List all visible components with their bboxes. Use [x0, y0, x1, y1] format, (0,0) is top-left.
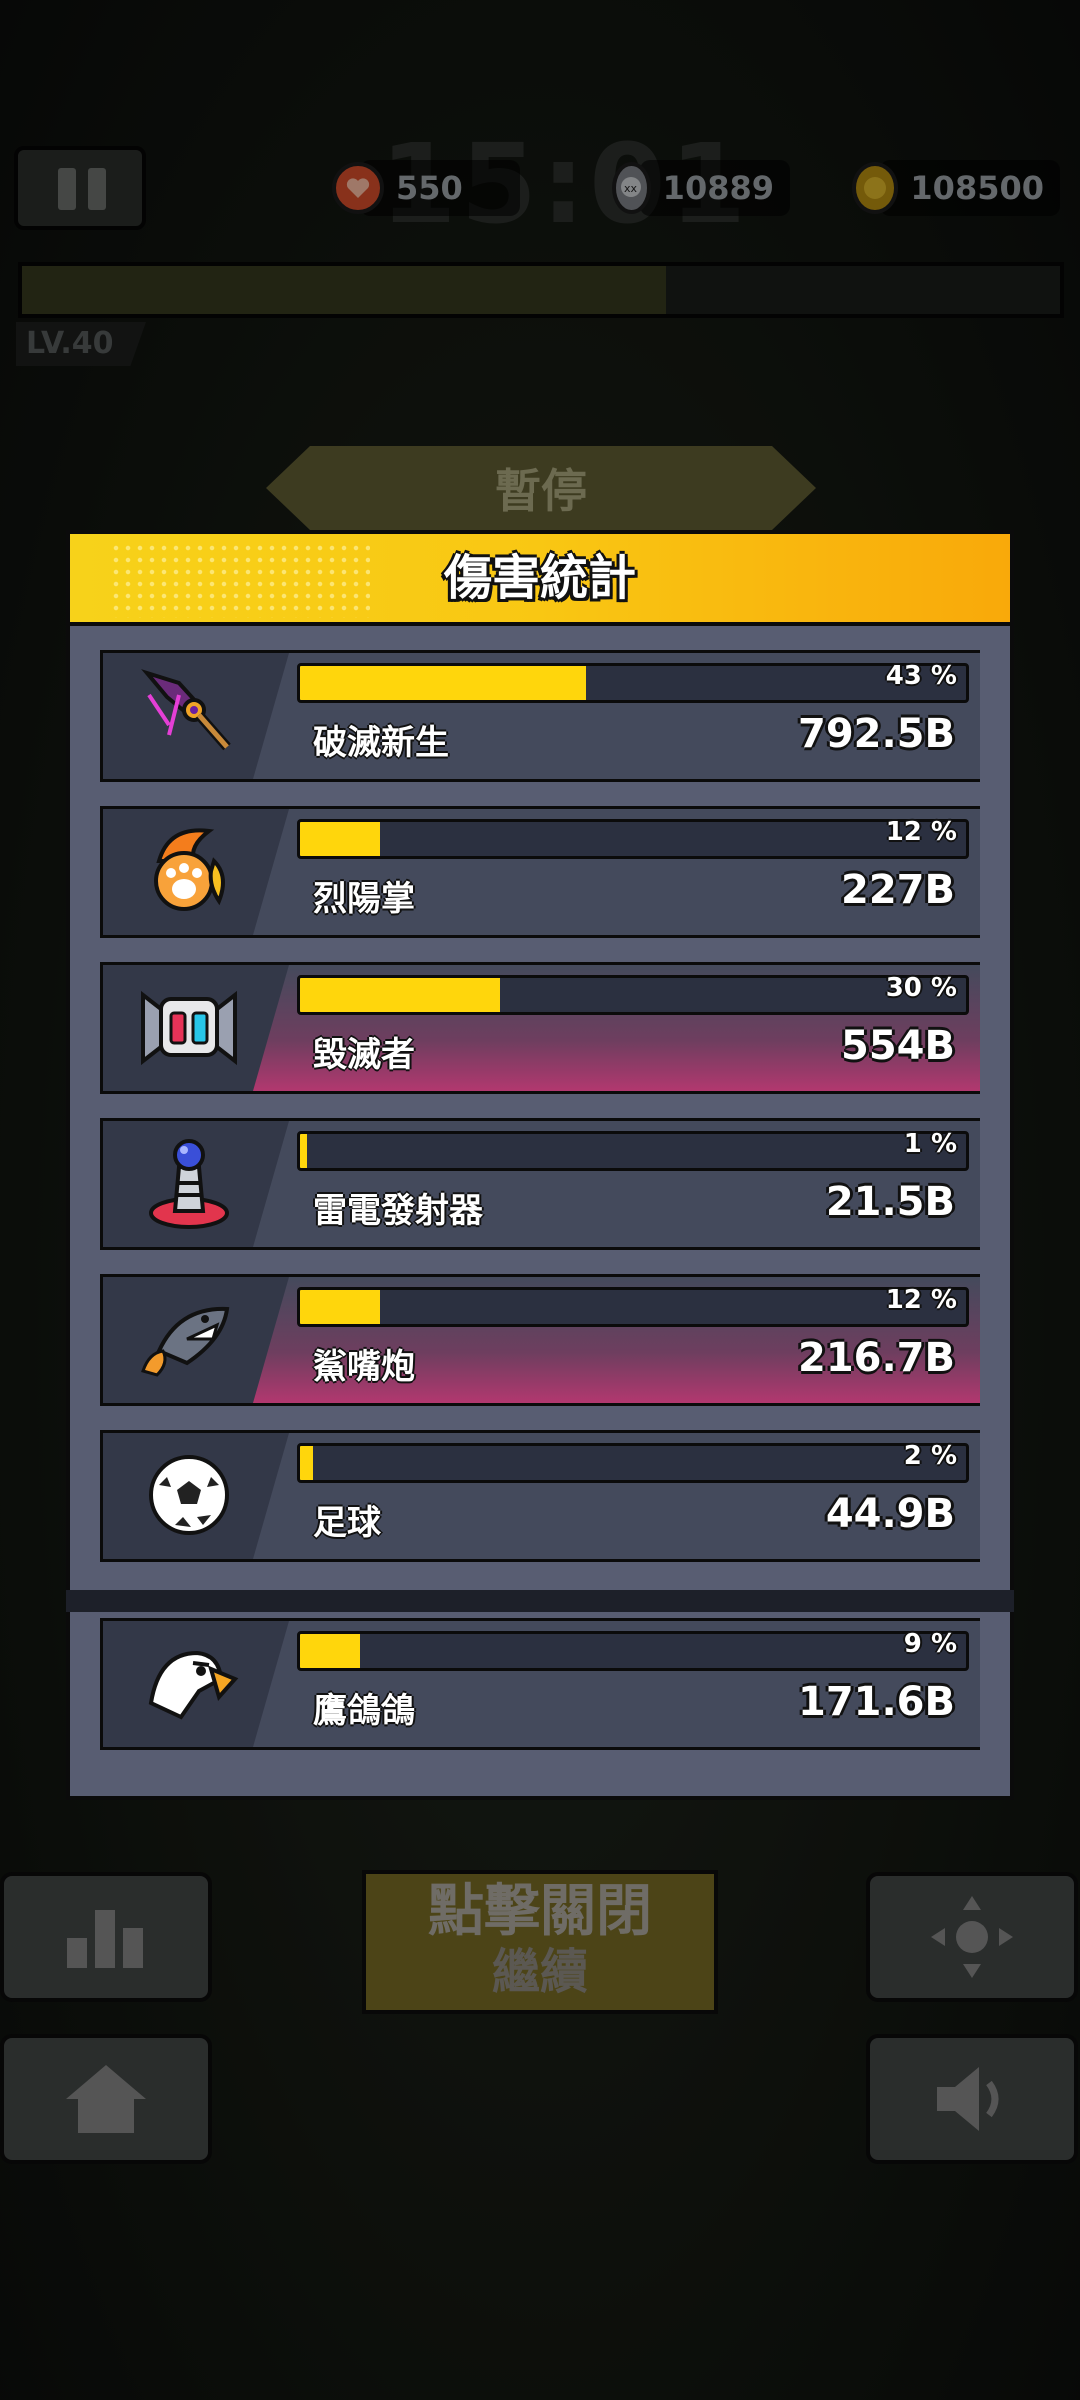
home-button[interactable] [0, 2034, 212, 2164]
damage-row: 2 % 足球 44.9B [100, 1430, 980, 1562]
paused-banner: 暫停 [266, 446, 816, 530]
damage-bar-fill [300, 1634, 360, 1668]
section-divider [66, 1590, 1014, 1612]
damage-stats-panel: 傷害統計 43 % 破滅新生 792.5B 12 % 烈陽掌 227B 30 %… [66, 530, 1014, 1800]
weapon-name: 破滅新生 [313, 723, 449, 763]
summon-name: 鷹鴿鴿 [313, 1691, 415, 1731]
weapon-name: 鯊嘴炮 [313, 1347, 415, 1387]
continue-label: 繼續 [491, 1944, 588, 2000]
damage-bar-fill [300, 666, 587, 700]
joystick-button[interactable] [866, 1872, 1078, 2002]
damage-bar-fill [300, 978, 500, 1012]
damage-value: 792.5B [797, 711, 955, 757]
damage-bar-fill [300, 1446, 314, 1480]
damage-bar-fill [300, 822, 380, 856]
tap-to-close-button[interactable]: 點擊關閉 繼續 [362, 1870, 718, 2014]
panel-header: 傷害統計 [66, 530, 1014, 626]
bar-chart-icon [67, 1910, 143, 1968]
damage-bar [297, 663, 969, 703]
destroyer-robot-icon [141, 990, 237, 1066]
stats-button[interactable] [0, 1872, 212, 2002]
damage-row: 1 % 雷電發射器 21.5B [100, 1118, 980, 1250]
damage-bar [297, 1443, 969, 1483]
panel-title: 傷害統計 [443, 550, 636, 606]
damage-value: 554B [841, 1023, 955, 1069]
damage-percent: 2 % [903, 1441, 957, 1471]
damage-row: 12 % 烈陽掌 227B [100, 806, 980, 938]
weapon-name: 雷電發射器 [313, 1191, 483, 1231]
tesla-coil-icon [149, 1139, 229, 1229]
weapon-name: 毀滅者 [313, 1035, 415, 1075]
speaker-icon [937, 2067, 999, 2131]
damage-value: 216.7B [797, 1335, 955, 1381]
damage-value: 227B [841, 867, 955, 913]
damage-percent: 30 % [885, 973, 957, 1003]
damage-row: 43 % 破滅新生 792.5B [100, 650, 980, 782]
shark-rocket-icon [141, 1306, 230, 1377]
damage-percent: 43 % [885, 661, 957, 691]
close-label: 點擊關閉 [428, 1879, 652, 1944]
damage-percent: 12 % [885, 1285, 957, 1315]
damage-bar-fill [300, 1134, 307, 1168]
damage-value: 21.5B [825, 1179, 955, 1225]
sun-paw-icon [154, 828, 225, 911]
summon-damage-row: 9 % 鷹鴿鴿 171.6B [100, 1618, 980, 1750]
damage-bar [297, 975, 969, 1015]
home-icon [66, 2065, 146, 2133]
damage-value: 44.9B [825, 1491, 955, 1537]
damage-bar [297, 1131, 969, 1171]
eagle-icon [148, 1650, 239, 1720]
soccer-ball-icon [149, 1455, 229, 1535]
damage-percent: 9 % [903, 1629, 957, 1659]
damage-bar-fill [300, 1290, 380, 1324]
damage-bar [297, 1631, 969, 1671]
damage-percent: 1 % [903, 1129, 957, 1159]
damage-value: 171.6B [797, 1679, 955, 1725]
weapon-name: 足球 [313, 1503, 381, 1543]
damage-bar [297, 1287, 969, 1327]
damage-percent: 12 % [885, 817, 957, 847]
damage-row: 30 % 毀滅者 554B [100, 962, 980, 1094]
damage-row: 12 % 鯊嘴炮 216.7B [100, 1274, 980, 1406]
damage-bar [297, 819, 969, 859]
weapon-name: 烈陽掌 [313, 879, 415, 919]
cursed-sword-icon [141, 669, 231, 751]
sound-button[interactable] [866, 2034, 1078, 2164]
dpad-icon [931, 1896, 1013, 1978]
